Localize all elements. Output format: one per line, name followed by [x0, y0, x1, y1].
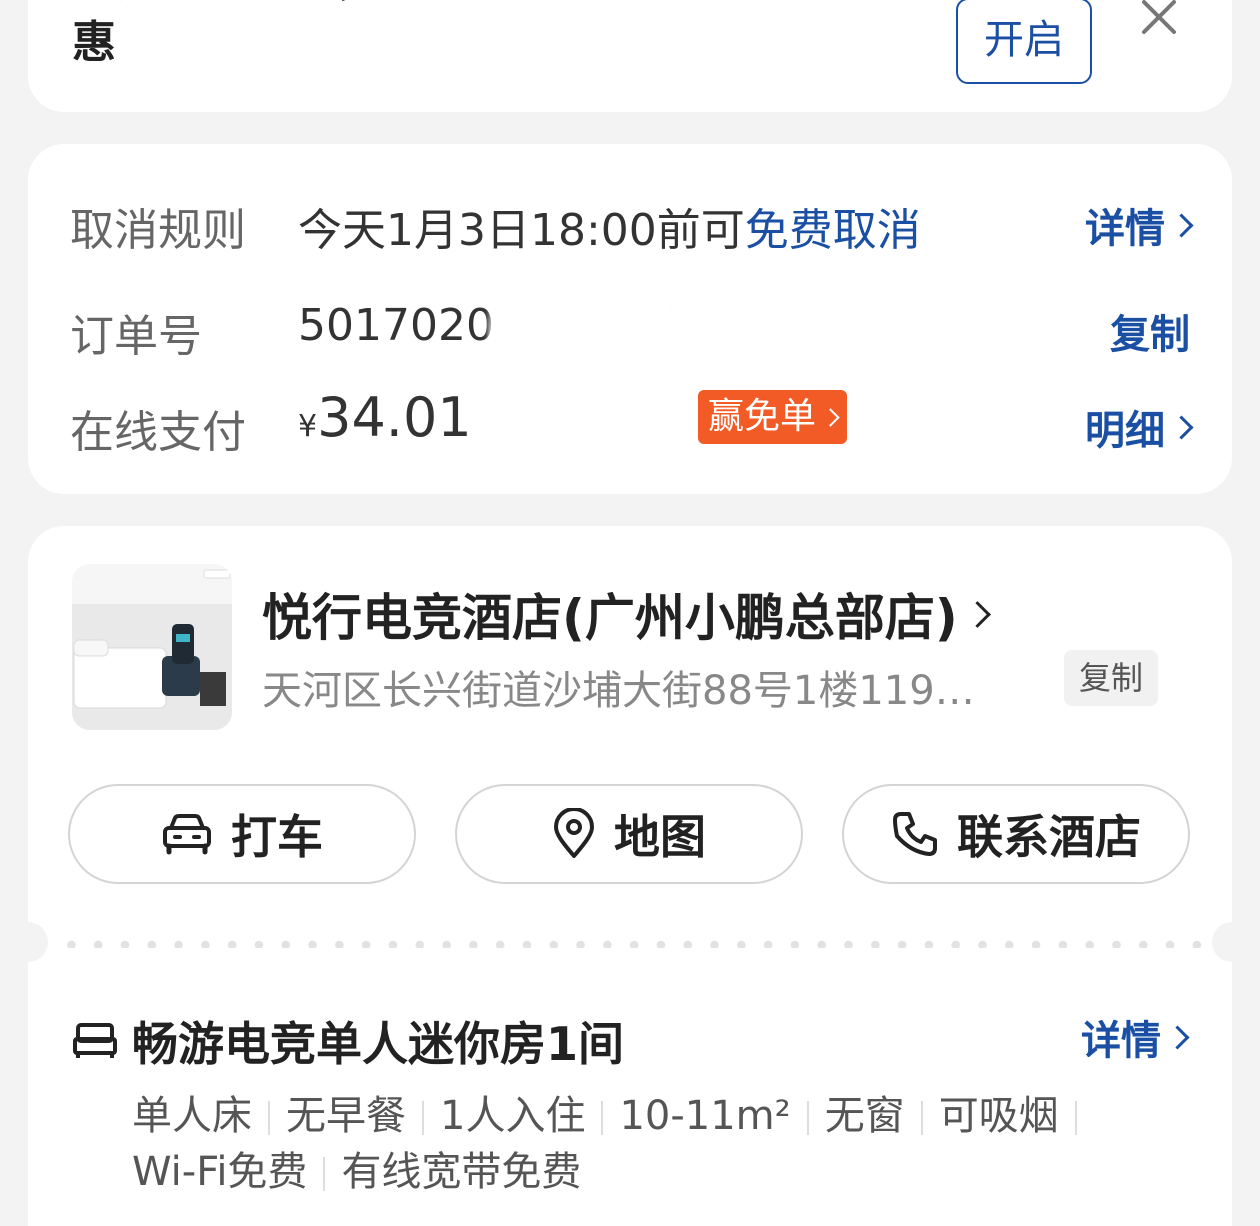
chevron-right-icon	[821, 407, 840, 427]
car-icon	[163, 814, 211, 855]
cancel-policy-details-link[interactable]: 详情	[1085, 196, 1194, 254]
contact-hotel-label: 联系酒店	[957, 810, 1141, 864]
hotel-name: 悦行电竞酒店(广州小鹏总部店)	[262, 589, 958, 647]
taxi-button[interactable]: 打车	[68, 784, 416, 884]
order-number-row: 订单号 5017020 复制	[70, 290, 1190, 390]
map-button[interactable]: 地图	[455, 784, 803, 884]
room-title: 畅游电竞单人迷你房1间	[72, 1008, 624, 1074]
map-label: 地图	[614, 810, 706, 864]
hotel-thumbnail[interactable]	[72, 564, 232, 730]
room-tag: 可吸烟	[938, 1093, 1059, 1139]
taxi-label: 打车	[231, 810, 323, 864]
room-details-link[interactable]: 详情	[1081, 1008, 1190, 1066]
currency-symbol: ¥	[298, 409, 318, 444]
copy-order-number-button[interactable]: 复制	[1110, 302, 1190, 360]
cancel-policy-details-label: 详情	[1085, 206, 1165, 252]
online-payment-label: 在线支付	[70, 407, 246, 458]
hotel-address: 天河区长兴街道沙埔大街88号1楼119…	[262, 668, 975, 714]
order-number-text: 5017020	[298, 300, 494, 351]
cancel-policy-label: 取消规则	[70, 205, 246, 256]
payment-details-label: 明细	[1085, 408, 1165, 454]
contact-hotel-button[interactable]: 联系酒店	[842, 784, 1190, 884]
room-details-label: 详情	[1081, 1018, 1161, 1064]
order-info-card: 取消规则 今天1月3日18:00前可免费取消 详情 订单号 5017020 复制…	[28, 144, 1232, 494]
room-tag: 单人床	[132, 1093, 252, 1139]
close-icon[interactable]	[1140, 0, 1178, 36]
win-free-order-label: 赢免单	[708, 396, 817, 437]
hotel-room-image	[72, 564, 232, 730]
room-tag: 无早餐	[286, 1093, 406, 1139]
room-tag: 无窗	[824, 1093, 905, 1139]
online-payment-row: 在线支付 ¥34.01 赢免单 明细	[70, 386, 1194, 458]
cancel-policy-value: 今天1月3日18:00前可免费取消	[298, 194, 921, 258]
payment-amount-value: 34.01	[317, 386, 472, 449]
bed-icon	[73, 1023, 117, 1058]
room-tag: 1人入住	[440, 1093, 586, 1139]
hotel-card: 悦行电竞酒店(广州小鹏总部店) 天河区长兴街道沙埔大街88号1楼119… 复制 …	[8, 526, 1252, 1226]
order-number-value: 5017020	[298, 300, 858, 390]
chevron-right-icon	[963, 600, 991, 628]
order-number-label: 订单号	[70, 311, 202, 362]
room-tag: 有线宽带免费	[341, 1149, 582, 1195]
room-title-text: 畅游电竞单人迷你房1间	[132, 1017, 625, 1071]
notification-text: 开启消息通知，不错过订单提醒/优 惠	[72, 0, 862, 102]
location-pin-icon	[554, 808, 594, 858]
redaction-blur	[488, 300, 858, 390]
notification-text-line1: 开启消息通知，不错过订单提醒/优	[72, 0, 862, 12]
copy-address-button[interactable]: 复制	[1064, 650, 1158, 706]
chevron-right-icon	[1165, 1024, 1190, 1050]
hotel-name-link[interactable]: 悦行电竞酒店(广州小鹏总部店)	[262, 578, 991, 650]
win-free-order-badge[interactable]: 赢免单	[698, 390, 848, 444]
cancel-policy-row: 取消规则 今天1月3日18:00前可免费取消 详情	[70, 184, 1194, 256]
ticket-divider	[8, 922, 1252, 962]
payment-amount: ¥34.01	[298, 386, 472, 449]
cancel-policy-text: 今天1月3日18:00前可	[298, 205, 745, 256]
room-tag: 10-11m²	[619, 1093, 791, 1139]
room-tag: Wi-Fi免费	[132, 1149, 308, 1195]
chevron-right-icon	[1169, 414, 1194, 440]
room-tags: 单人床 无早餐 1人入住 10-11m² 无窗 可吸烟 Wi-Fi免费 有线宽带免费	[132, 1088, 1112, 1200]
free-cancel-text: 免费取消	[744, 205, 921, 256]
notification-text-line2: 惠	[72, 17, 116, 68]
chevron-right-icon	[1169, 212, 1194, 238]
notification-card: 开启消息通知，不错过订单提醒/优 惠 开启	[28, 0, 1232, 112]
phone-icon	[893, 812, 937, 856]
enable-notification-button[interactable]: 开启	[956, 0, 1092, 84]
payment-details-link[interactable]: 明细	[1085, 398, 1194, 456]
